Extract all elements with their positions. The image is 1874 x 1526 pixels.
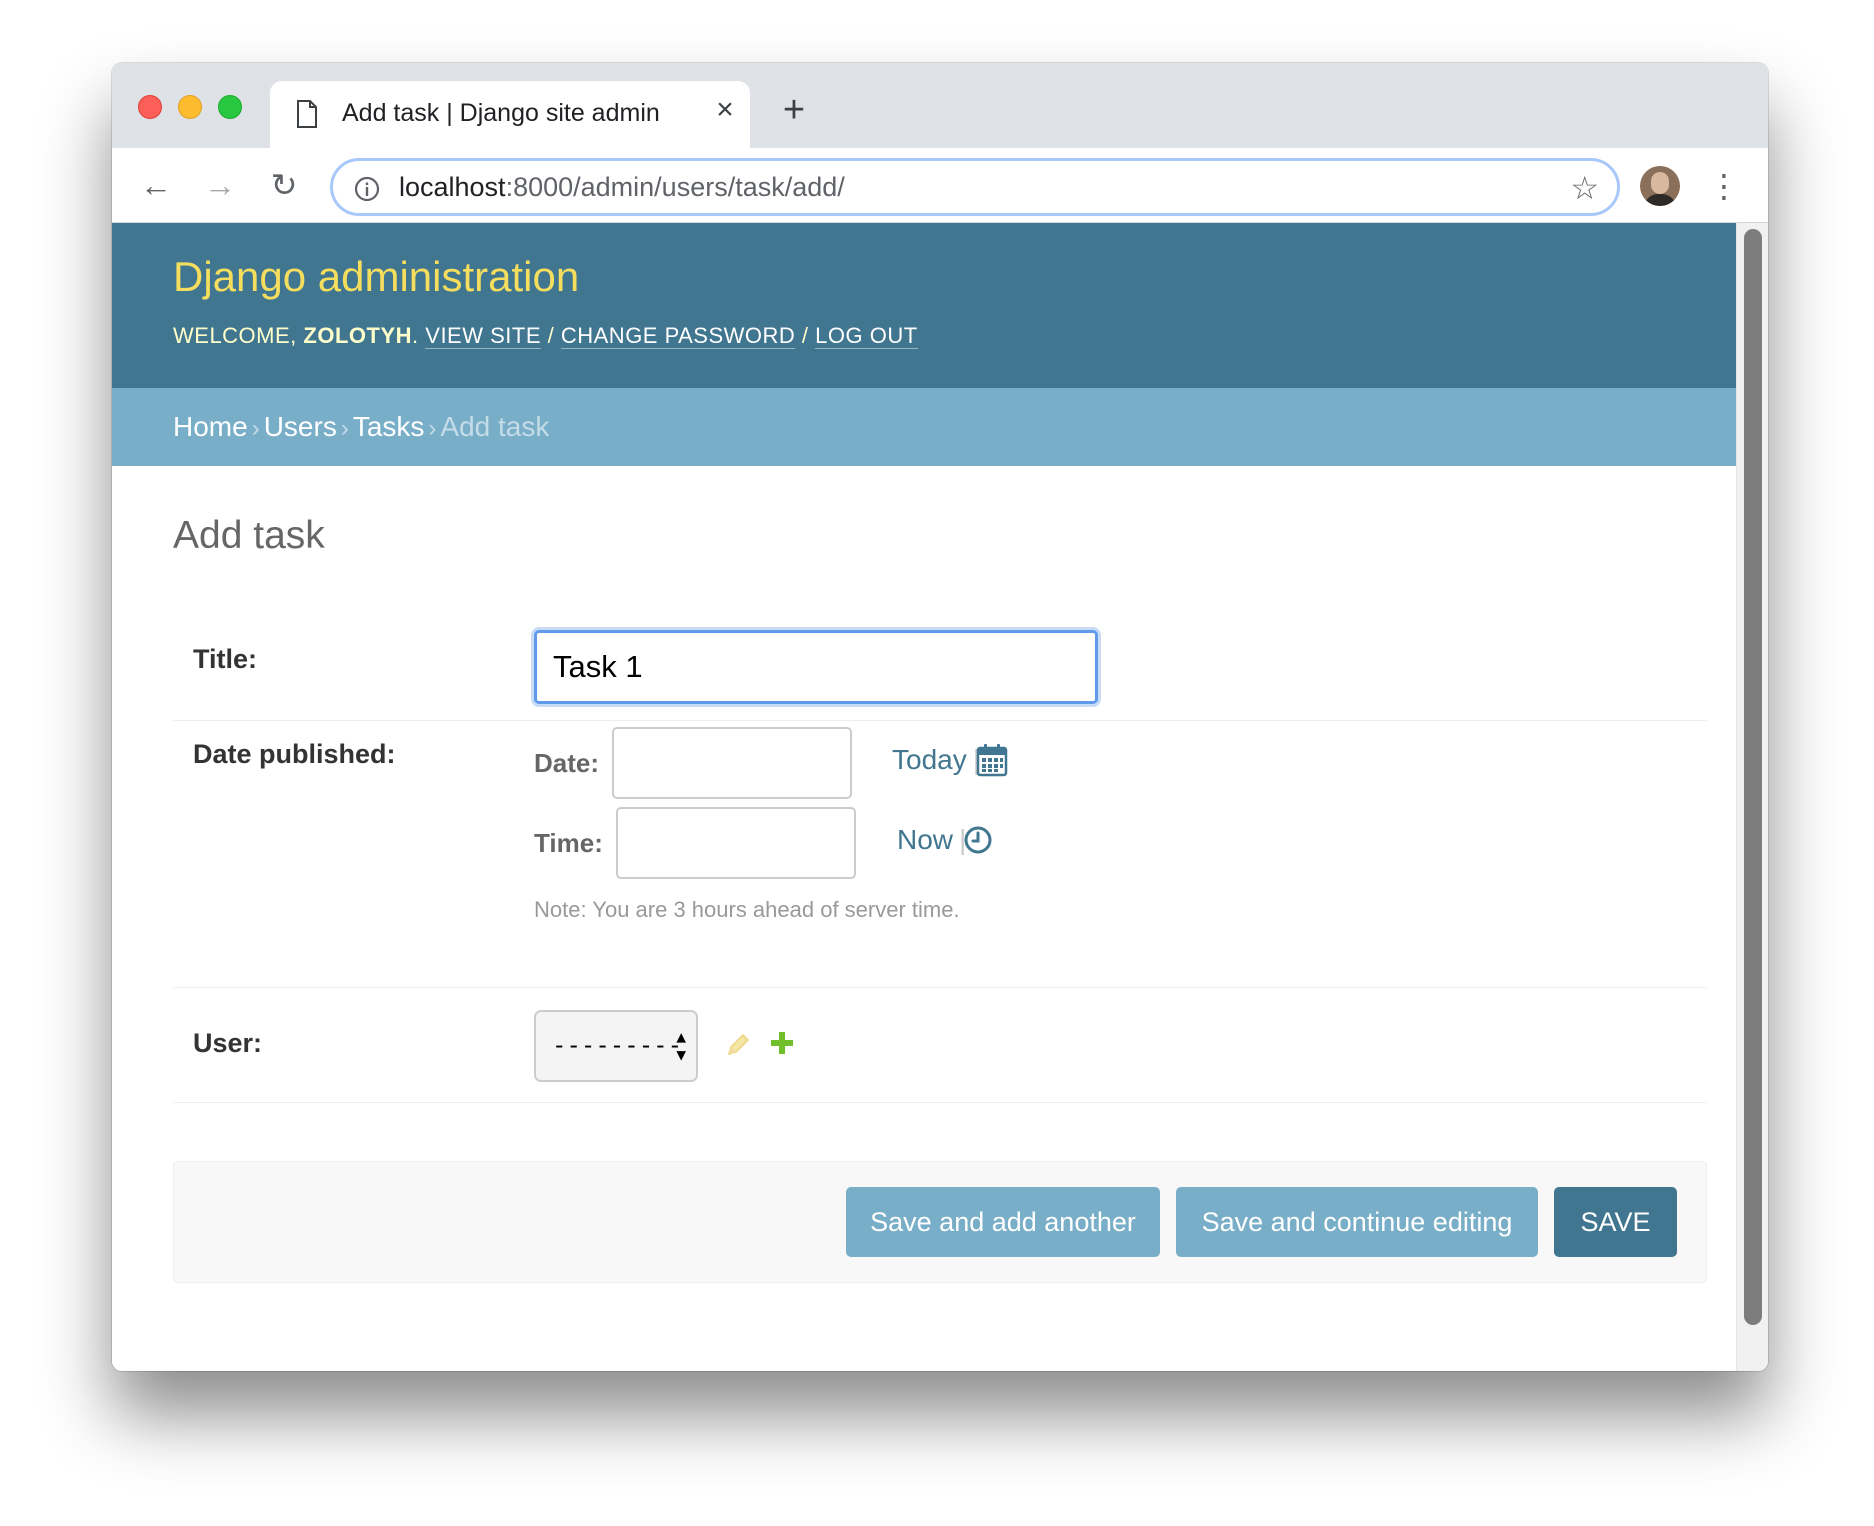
breadcrumb: Home › Users › Tasks › Add task <box>112 388 1736 466</box>
url-path: :8000/admin/users/task/add/ <box>505 172 845 202</box>
forward-arrow-icon[interactable]: → <box>202 168 238 204</box>
user-tools-separator: / <box>541 323 561 348</box>
breadcrumb-tasks[interactable]: Tasks <box>353 411 425 442</box>
close-window-button[interactable] <box>138 95 162 119</box>
plus-icon[interactable] <box>769 1030 795 1061</box>
avatar-body <box>1644 194 1676 206</box>
browser-menu-icon[interactable]: ⋮ <box>1708 166 1740 206</box>
page-scrollbar[interactable] <box>1736 223 1768 1371</box>
breadcrumb-trail: Home › Users › Tasks › Add task <box>173 411 549 443</box>
calendar-icon[interactable] <box>976 743 1008 782</box>
browser-toolbar: ← → ↻ localhost:8000/admin/users/task/ad… <box>112 148 1768 223</box>
page-viewport: Django administration Welcome, zolotyh. … <box>112 223 1768 1371</box>
timezone-note: Note: You are 3 hours ahead of server ti… <box>534 897 960 922</box>
save-and-continue-button[interactable]: Save and continue editing <box>1176 1187 1538 1257</box>
breadcrumb-current: Add task <box>440 411 550 442</box>
minimize-window-button[interactable] <box>178 95 202 119</box>
site-branding[interactable]: Django administration <box>173 253 579 301</box>
page-title: Add task <box>173 514 325 557</box>
user-select[interactable]: --------- ▲ ▼ <box>534 1010 698 1082</box>
user-select-value: --------- <box>552 1031 683 1059</box>
log-out-link[interactable]: Log out <box>815 323 918 349</box>
form-row-title: Title: <box>173 606 1707 721</box>
welcome-period: . <box>412 323 419 348</box>
new-tab-button[interactable]: + <box>776 91 812 129</box>
save-and-add-another-button[interactable]: Save and add another <box>846 1187 1160 1257</box>
time-shortcuts: Now | <box>897 824 972 856</box>
breadcrumb-separator: › <box>251 415 260 442</box>
url-text: localhost:8000/admin/users/task/add/ <box>399 172 845 203</box>
clock-icon[interactable] <box>963 825 993 860</box>
title-label: Title: <box>193 644 258 674</box>
profile-avatar[interactable] <box>1640 166 1680 206</box>
form-row-date-published: Date published: Date: Today | Time: Now … <box>173 721 1707 988</box>
time-label: Time: <box>534 828 603 858</box>
info-icon[interactable] <box>353 175 381 208</box>
breadcrumb-home[interactable]: Home <box>173 411 248 442</box>
time-input[interactable] <box>616 807 856 879</box>
tab-title: Add task | Django site admin <box>342 99 660 127</box>
pencil-icon[interactable] <box>725 1032 751 1063</box>
scrollbar-thumb[interactable] <box>1744 229 1762 1325</box>
submit-row: Save and add another Save and continue e… <box>173 1161 1707 1283</box>
user-tools-separator: / <box>795 323 816 348</box>
form-row-user: User: --------- ▲ ▼ <box>173 988 1707 1103</box>
maximize-window-button[interactable] <box>218 95 242 119</box>
date-label: Date: <box>534 748 600 778</box>
back-arrow-icon[interactable]: ← <box>138 168 174 204</box>
breadcrumb-separator: › <box>340 415 349 442</box>
tab-strip: Add task | Django site admin × + <box>112 63 1768 148</box>
welcome-text: Welcome, <box>173 323 304 348</box>
admin-header: Django administration Welcome, zolotyh. … <box>112 223 1736 388</box>
reload-icon[interactable]: ↻ <box>266 168 302 204</box>
username: zolotyh <box>303 323 413 348</box>
page-icon <box>296 100 318 133</box>
select-arrows-icon: ▲ ▼ <box>676 1027 686 1064</box>
date-shortcuts: Today | <box>892 744 986 776</box>
save-button[interactable]: Save <box>1554 1187 1677 1257</box>
date-published-label: Date published: <box>193 739 396 769</box>
change-password-link[interactable]: Change password <box>560 323 796 349</box>
now-link[interactable]: Now <box>897 824 953 855</box>
url-host: localhost <box>399 172 506 202</box>
bookmark-star-icon[interactable]: ☆ <box>1570 169 1599 207</box>
user-tools: Welcome, zolotyh. View site / Change pas… <box>173 323 918 349</box>
address-bar[interactable]: localhost:8000/admin/users/task/add/ ☆ <box>330 158 1620 216</box>
breadcrumb-separator: › <box>428 415 437 442</box>
title-input[interactable] <box>534 630 1098 704</box>
view-site-link[interactable]: View site <box>425 323 542 349</box>
avatar-face <box>1651 172 1669 194</box>
date-input[interactable] <box>612 727 852 799</box>
browser-window: Add task | Django site admin × + ← → ↻ l… <box>112 63 1768 1371</box>
user-label: User: <box>193 1028 263 1058</box>
breadcrumb-users[interactable]: Users <box>264 411 337 442</box>
today-link[interactable]: Today <box>892 744 967 775</box>
close-tab-icon[interactable]: × <box>710 95 740 125</box>
browser-tab[interactable]: Add task | Django site admin × <box>270 81 750 148</box>
